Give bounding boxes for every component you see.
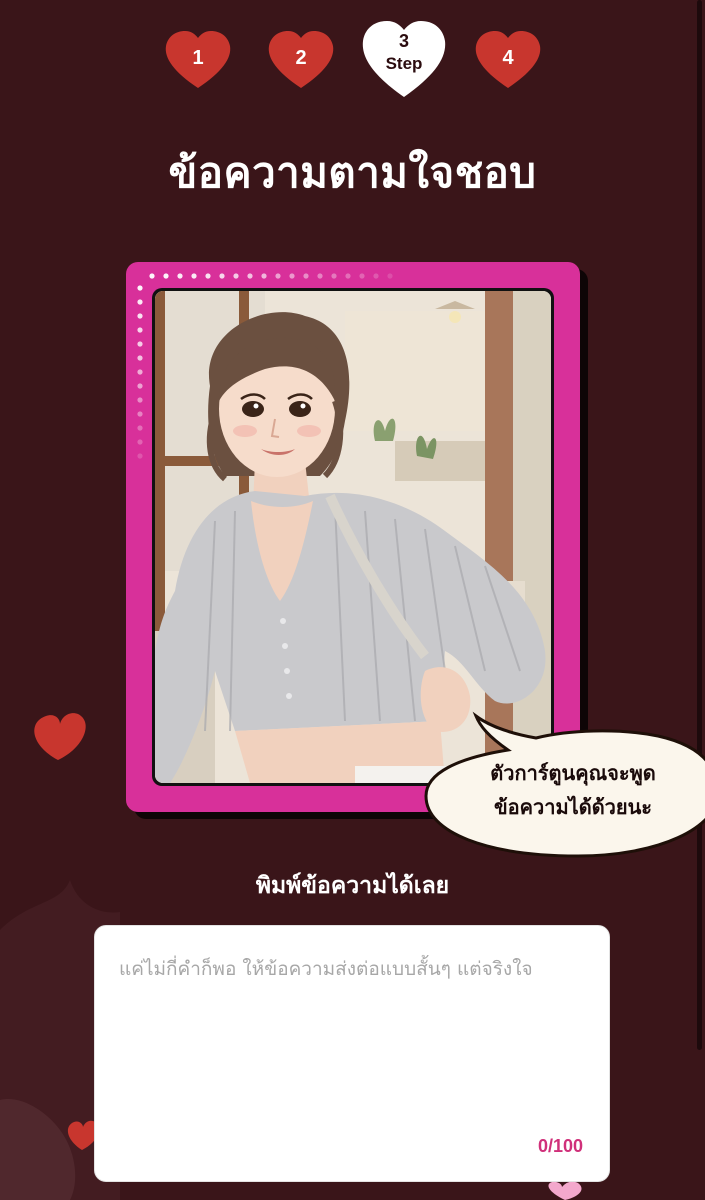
card-dots-decoration [149,273,393,279]
page-title: ข้อความตามใจชอบ [168,148,537,197]
step-number: 4 [502,47,514,69]
step-3-heart-active[interactable]: 3 Step [360,20,448,100]
message-label: พิมพ์ข้อความได้เลย [255,873,450,899]
step-number: 3 [398,31,409,51]
step-4-heart[interactable]: 4 [474,30,542,90]
step-number: 2 [295,47,307,69]
character-counter: 0/100 [537,1136,583,1156]
speech-bubble-line-2: ข้อความได้ด้วยนะ [493,795,653,819]
step-indicator: 1 2 3 Step 4 [0,20,705,100]
step-1-heart[interactable]: 1 [164,30,232,90]
step-label: Step [385,54,423,73]
message-input[interactable] [119,944,585,1134]
decorative-heart-icon [548,1181,582,1200]
message-box: 0/100 [94,925,610,1182]
decorative-heart-icon [34,713,86,760]
step-number: 1 [192,47,204,69]
speech-bubble-text: ตัวการ์ตูนคุณจะพูด ข้อความได้ด้วยนะ [448,756,698,824]
card-dots-decoration [137,285,143,459]
speech-bubble-line-1: ตัวการ์ตูนคุณจะพูด [490,761,656,785]
step-2-heart[interactable]: 2 [267,30,335,90]
